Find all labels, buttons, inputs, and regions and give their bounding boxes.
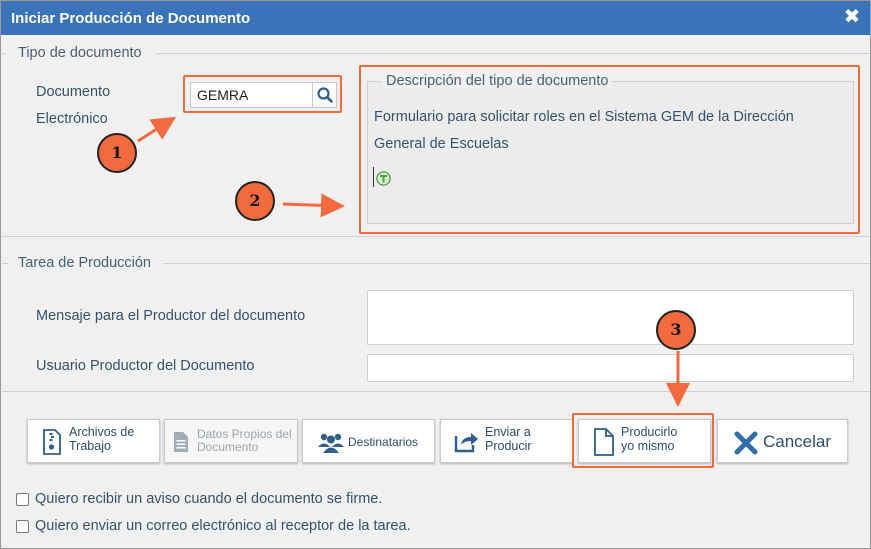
annotation-badge-2: 2: [235, 181, 275, 221]
arrow-1: [137, 116, 177, 143]
arrow-2: [282, 193, 345, 218]
annotation-arrows: [137, 116, 690, 407]
annotation-badge-1: 1: [97, 133, 137, 173]
annotation-badge-3: 3: [656, 310, 696, 350]
